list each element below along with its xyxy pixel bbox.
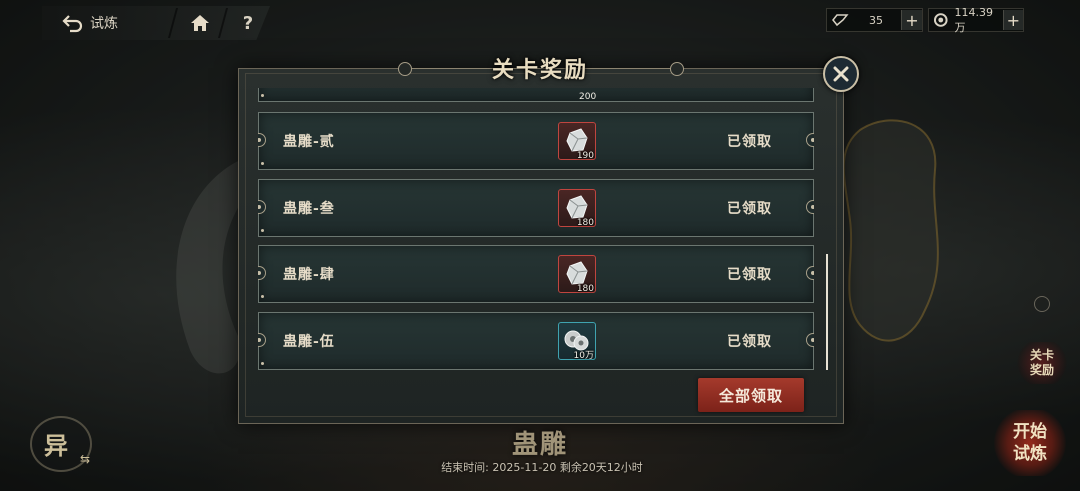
end-time-text: 结束时间: 2025-11-20 剩余20天12小时 bbox=[441, 461, 643, 474]
reward-item-count: 180 bbox=[576, 218, 594, 228]
close-icon bbox=[833, 66, 849, 82]
help-icon: ? bbox=[242, 12, 254, 34]
home-icon bbox=[191, 15, 209, 31]
claimed-status: 已领取 bbox=[727, 201, 772, 217]
claimed-status: 已领取 bbox=[727, 334, 772, 350]
stage-name: 蛊雕-贰 bbox=[283, 134, 335, 150]
row-ornament-left bbox=[258, 266, 266, 280]
stage-title: 蛊雕 bbox=[511, 430, 568, 460]
reward-list[interactable]: 200 蛊雕-贰 190 已领取 蛊雕-叁 180 已领取 蛊雕-肆 180 已… bbox=[258, 88, 814, 374]
claimed-status: 已领取 bbox=[727, 134, 772, 150]
reward-item[interactable]: 10万 bbox=[558, 322, 596, 361]
reward-item-count: 200 bbox=[579, 92, 597, 102]
row-ornament-dot bbox=[261, 229, 264, 232]
claimed-status: 已领取 bbox=[727, 267, 772, 283]
row-ornament-dot bbox=[261, 362, 264, 365]
stage-rewards-button[interactable]: 关卡 奖励 bbox=[1016, 342, 1068, 384]
row-ornament-right bbox=[806, 333, 814, 347]
reward-row: 蛊雕-叁 180 已领取 bbox=[258, 179, 814, 237]
stage-rewards-label-1: 关卡 bbox=[1029, 348, 1054, 362]
row-ornament-left bbox=[258, 200, 266, 214]
row-ornament-right bbox=[806, 133, 814, 147]
title-ornament-left bbox=[398, 62, 412, 76]
row-ornament-right bbox=[806, 200, 814, 214]
stage-rewards-label-2: 奖励 bbox=[1029, 363, 1054, 377]
swap-icon: ⇆ bbox=[80, 452, 91, 466]
add-coin-button[interactable]: + bbox=[1002, 10, 1023, 30]
coin-count: 114.39万 bbox=[954, 5, 993, 34]
add-gem-button[interactable]: + bbox=[901, 10, 922, 30]
row-ornament-right bbox=[806, 266, 814, 280]
reward-item-count: 190 bbox=[576, 151, 594, 161]
switch-mode-label: 异 bbox=[44, 431, 68, 460]
help-button[interactable]: ? bbox=[234, 10, 262, 36]
start-trial-button[interactable]: 开始 试炼 bbox=[992, 410, 1068, 476]
stage-name: 蛊雕-叁 bbox=[283, 201, 335, 217]
gem-icon bbox=[832, 14, 849, 27]
home-button[interactable] bbox=[186, 10, 214, 36]
coin-currency: 114.39万 + bbox=[928, 5, 1024, 34]
gem-currency: 35 + bbox=[826, 8, 923, 32]
return-arrow-icon bbox=[62, 15, 83, 33]
dialog-title: 关卡奖励 bbox=[491, 57, 588, 83]
row-ornament-left bbox=[258, 133, 266, 147]
start-trial-label-2: 试炼 bbox=[1013, 444, 1047, 464]
coin-icon bbox=[933, 13, 948, 27]
reward-item[interactable]: 180 bbox=[558, 189, 596, 228]
reward-row: 蛊雕-肆 180 已领取 bbox=[258, 245, 814, 303]
side-ornament bbox=[1034, 296, 1050, 312]
row-ornament-dot bbox=[261, 162, 264, 165]
row-ornament-dot bbox=[261, 94, 264, 97]
reward-item-count: 10万 bbox=[573, 351, 594, 361]
reward-row: 蛊雕-伍 10万 已领取 bbox=[258, 312, 814, 370]
reward-row: 200 bbox=[258, 88, 814, 102]
scrollbar[interactable] bbox=[826, 254, 828, 370]
reward-item[interactable]: 180 bbox=[558, 255, 596, 294]
close-button[interactable] bbox=[823, 56, 859, 92]
back-label: 试炼 bbox=[90, 16, 118, 32]
reward-item-count: 180 bbox=[576, 284, 594, 294]
title-ornament-right bbox=[670, 62, 684, 76]
row-ornament-dot bbox=[261, 295, 264, 298]
start-trial-label-1: 开始 bbox=[1013, 422, 1047, 442]
reward-row: 蛊雕-贰 190 已领取 bbox=[258, 112, 814, 170]
reward-item[interactable]: 190 bbox=[558, 122, 596, 161]
row-ornament-left bbox=[258, 333, 266, 347]
back-button[interactable]: 试炼 bbox=[62, 10, 118, 36]
gem-count: 35 bbox=[869, 13, 883, 27]
stage-name: 蛊雕-肆 bbox=[283, 267, 335, 283]
claim-all-button[interactable]: 全部领取 bbox=[698, 378, 804, 412]
stage-name: 蛊雕-伍 bbox=[283, 334, 335, 350]
